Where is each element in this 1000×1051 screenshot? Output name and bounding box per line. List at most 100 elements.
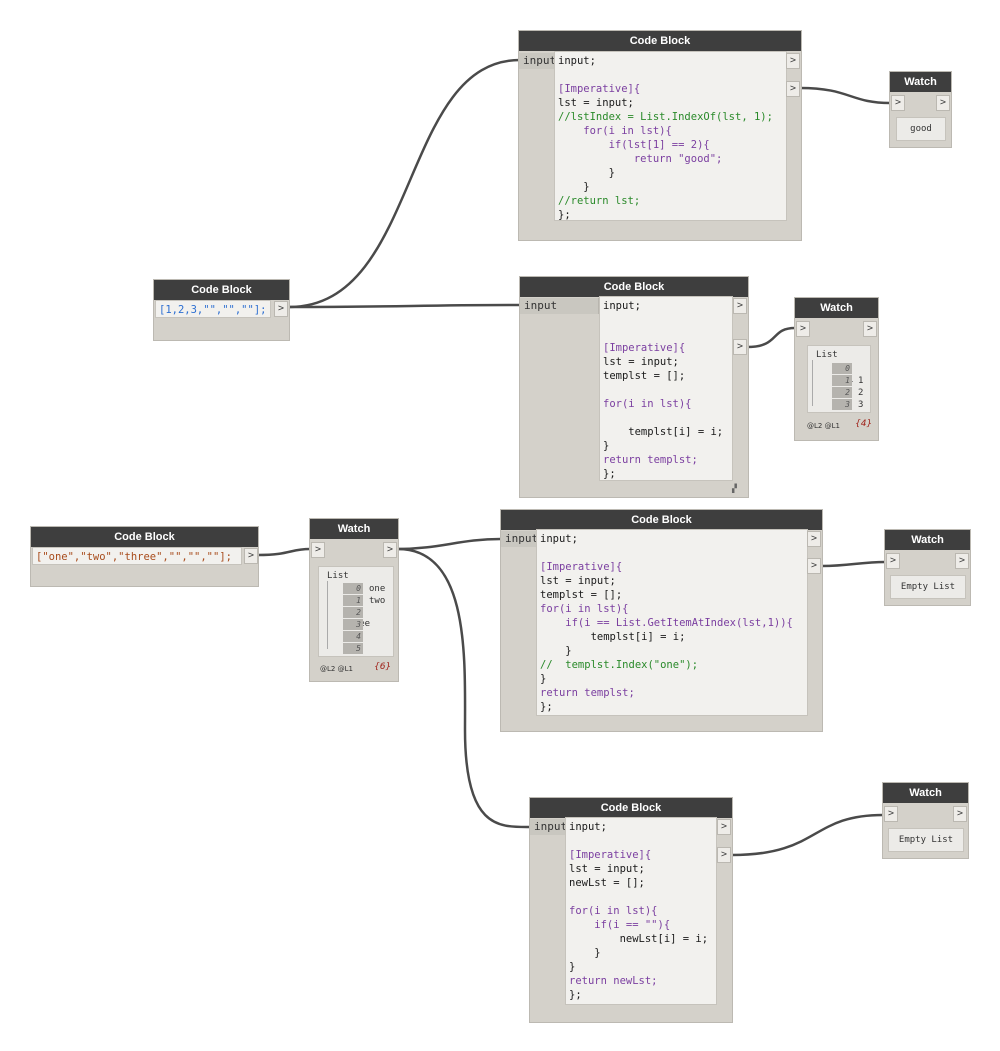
code-line: input; (603, 300, 641, 312)
output-port[interactable]: > (955, 553, 969, 569)
code-line: for(i in lst){ (540, 603, 629, 615)
list-item: 11 (832, 375, 863, 386)
wire-strings-to-watch (257, 547, 311, 557)
watch-node-third[interactable]: Watch > > Empty List (885, 530, 970, 605)
code-block-node-numbers[interactable]: Code Block [1,2,3,"","",""]; > (154, 280, 289, 340)
watch-node-middle[interactable]: Watch > > List 0one 1two 2three 3 4 5 @L… (310, 519, 398, 681)
code-line: lst = input; (569, 863, 645, 875)
list-item: 22 (832, 387, 863, 398)
code-line: } (540, 645, 572, 657)
code-line: if(lst[1] == 2){ (558, 139, 710, 151)
code-line: newLst[i] = i; (569, 933, 709, 945)
code-line: [Imperative]{ (558, 83, 641, 95)
list-count: {4} (855, 419, 873, 429)
code-line: }; (540, 701, 553, 713)
code-line: for(i in lst){ (558, 125, 672, 137)
watch-node-top[interactable]: Watch > > good (890, 72, 951, 147)
output-port[interactable]: > (786, 81, 800, 97)
output-port[interactable]: > (274, 301, 288, 317)
output-port[interactable]: > (717, 819, 731, 835)
code-editor[interactable]: input; [Imperative]{ lst = input; //lstI… (554, 51, 787, 221)
list-item: 33 (832, 399, 863, 410)
code-line: templst = []; (603, 370, 686, 382)
code-editor[interactable]: input; [Imperative]{ lst = input; newLst… (565, 817, 717, 1005)
code-line: } (558, 181, 590, 193)
wire-top-code-to-watch (799, 86, 891, 105)
code-editor[interactable]: input; [Imperative]{ lst = input; templs… (599, 296, 733, 481)
output-port[interactable]: > (244, 548, 258, 564)
input-port[interactable]: > (884, 806, 898, 822)
code-block-node-top[interactable]: Code Block input input; [Imperative]{ ls… (519, 31, 801, 240)
node-title: Code Block (31, 527, 258, 547)
input-port[interactable]: > (891, 95, 905, 111)
node-title: Watch (310, 519, 398, 539)
wire-third-code-to-watch (821, 560, 886, 568)
input-port[interactable]: > (796, 321, 810, 337)
code-line: [Imperative]{ (603, 342, 686, 354)
list-item: 1 two (343, 595, 385, 606)
code-block-node-strings[interactable]: Code Block ["one","two","three","","",""… (31, 527, 258, 586)
code-line: } (540, 673, 547, 685)
code-line: templst = []; (540, 589, 623, 601)
code-line: }; (558, 209, 571, 221)
list-title: List (327, 571, 349, 581)
list-title: List (816, 350, 838, 360)
output-port[interactable]: > (733, 298, 747, 314)
code-line: if(i == ""){ (569, 919, 671, 931)
code-line: templst[i] = i; (603, 426, 724, 438)
input-port[interactable]: > (311, 542, 325, 558)
output-port[interactable]: > (717, 847, 731, 863)
code-line: lst = input; (558, 97, 634, 109)
watch-value: good (896, 117, 946, 141)
code-line: lst = input; (540, 575, 616, 587)
watch-value: Empty List (890, 575, 966, 599)
code-line: input; (540, 533, 578, 545)
code-line: }; (603, 468, 616, 480)
code-line: ["one","two","three","","",""]; (36, 551, 232, 563)
watch-node-fourth[interactable]: Watch > > Empty List (883, 783, 968, 858)
output-port[interactable]: > (383, 542, 397, 558)
node-title: Watch (890, 72, 951, 92)
code-editor[interactable]: input; [Imperative]{ lst = input; templs… (536, 529, 808, 716)
code-line: } (569, 947, 601, 959)
code-line: // templst.Index("one"); (540, 659, 699, 671)
output-port[interactable]: > (733, 339, 747, 355)
code-line: [Imperative]{ (569, 849, 652, 861)
list-item: 2three (343, 607, 393, 629)
list-count: {6} (374, 662, 392, 672)
output-port[interactable]: > (936, 95, 950, 111)
list-item: 0 one (343, 583, 385, 594)
node-title: Watch (885, 530, 970, 550)
code-editor[interactable]: [1,2,3,"","",""]; (155, 300, 271, 318)
code-block-node-third[interactable]: Code Block input input; [Imperative]{ ls… (501, 510, 822, 731)
node-title: Code Block (520, 277, 748, 297)
code-line: if(i == List.GetItemAtIndex(lst,1)){ (540, 617, 793, 629)
code-line: //return lst; (558, 195, 641, 207)
code-editor[interactable]: ["one","two","three","","",""]; (32, 547, 242, 565)
watch-value: Empty List (888, 828, 964, 852)
connection-wires (257, 58, 891, 857)
watch-node-second[interactable]: Watch > > List 0null 11 22 33 @L2 @L1 {4… (795, 298, 878, 440)
code-line: }; (569, 989, 582, 1001)
code-block-node-second[interactable]: Code Block input input; [Imperative]{ ls… (520, 277, 748, 497)
node-title: Watch (795, 298, 878, 318)
code-block-node-fourth[interactable]: Code Block input input; [Imperative]{ ls… (530, 798, 732, 1022)
list-item: 3 (343, 619, 369, 630)
list-levels-label: @L2 @L1 (320, 665, 353, 673)
code-line: return newLst; (569, 975, 658, 987)
output-port[interactable]: > (807, 558, 821, 574)
input-port[interactable]: > (886, 553, 900, 569)
list-item: 4 (343, 631, 369, 642)
wire-second-code-to-watch (746, 326, 796, 349)
output-port[interactable]: > (807, 531, 821, 547)
list-item: 0null (832, 363, 870, 385)
output-port[interactable]: > (863, 321, 877, 337)
code-line: templst[i] = i; (540, 631, 686, 643)
resize-grip-icon[interactable]: ▞ (732, 484, 737, 493)
code-line: [Imperative]{ (540, 561, 623, 573)
input-port[interactable]: input (520, 298, 599, 314)
output-port[interactable]: > (786, 53, 800, 69)
output-port[interactable]: > (953, 806, 967, 822)
code-line: //lstIndex = List.IndexOf(lst, 1); (558, 111, 773, 123)
wire-fourth-code-to-watch (731, 813, 884, 857)
